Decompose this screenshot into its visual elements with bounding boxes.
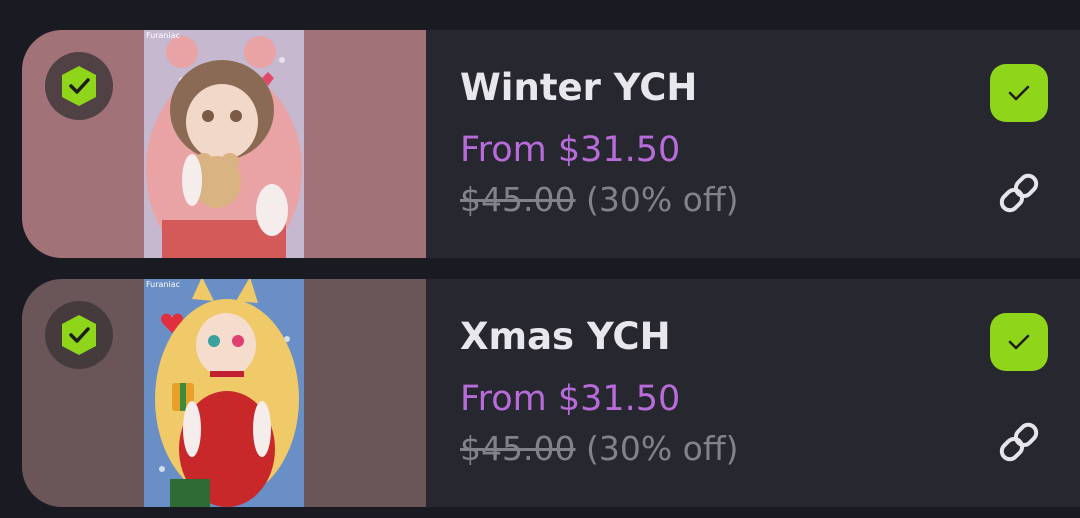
listing-original-price: $45.00 (30% off) xyxy=(460,180,738,219)
checkmark-icon xyxy=(1008,334,1030,350)
listing-info: Xmas YCH From $31.50 $45.00 (30% off) xyxy=(460,279,980,507)
listing-thumbnail[interactable]: Furaniac xyxy=(22,279,426,507)
link-icon xyxy=(999,173,1039,213)
select-checkbox[interactable] xyxy=(990,64,1048,122)
select-checkbox[interactable] xyxy=(990,313,1048,371)
verified-hexagon-icon xyxy=(62,315,96,355)
listing-price: From $31.50 xyxy=(460,130,681,170)
listing-title: Xmas YCH xyxy=(460,315,671,358)
discount-label: (30% off) xyxy=(585,429,739,468)
selected-badge[interactable] xyxy=(45,52,113,120)
discount-label: (30% off) xyxy=(585,180,739,219)
artist-watermark: Furaniac xyxy=(146,280,180,289)
listing-thumbnail[interactable]: Furaniac xyxy=(22,30,426,258)
listing-list: Furaniac Winter YCH From $31.50 $45.00 (… xyxy=(0,0,1080,518)
listing-card[interactable]: Furaniac Xmas YCH From $31.50 $45.00 (30… xyxy=(22,279,1080,507)
copy-link-button[interactable] xyxy=(992,415,1046,469)
checkmark-icon xyxy=(1008,85,1030,101)
artist-watermark: Furaniac xyxy=(146,31,180,40)
listing-info: Winter YCH From $31.50 $45.00 (30% off) xyxy=(460,30,980,258)
listing-price: From $31.50 xyxy=(460,379,681,419)
original-price-value: $45.00 xyxy=(460,429,576,468)
copy-link-button[interactable] xyxy=(992,166,1046,220)
link-icon xyxy=(999,422,1039,462)
original-price-value: $45.00 xyxy=(460,180,576,219)
listing-title: Winter YCH xyxy=(460,66,698,109)
selected-badge[interactable] xyxy=(45,301,113,369)
verified-hexagon-icon xyxy=(62,66,96,106)
listing-card[interactable]: Furaniac Winter YCH From $31.50 $45.00 (… xyxy=(22,30,1080,258)
listing-original-price: $45.00 (30% off) xyxy=(460,429,738,468)
